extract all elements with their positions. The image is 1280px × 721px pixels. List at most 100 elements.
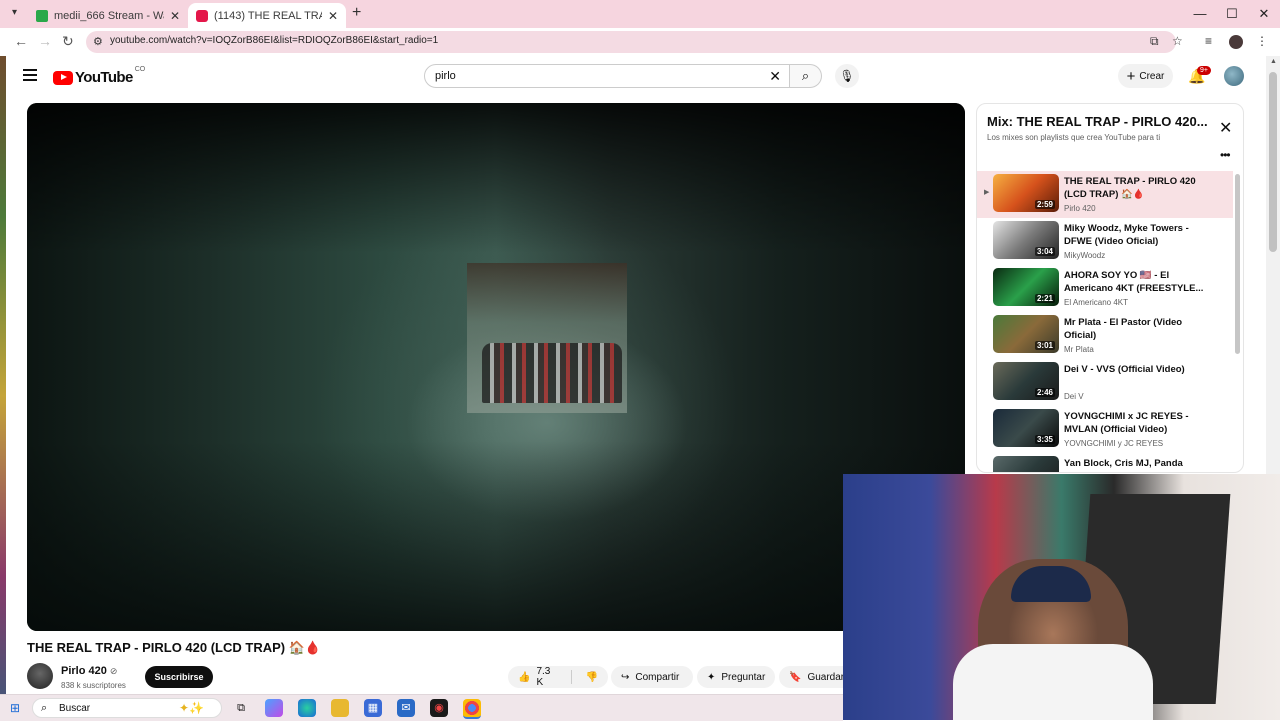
page-scrollbar[interactable]: ▲ [1266,56,1280,476]
scrollbar-thumb[interactable] [1269,72,1277,252]
logo-text: YouTube [75,69,133,86]
playlist-items: ▶ 2:59 THE REAL TRAP - PIRLO 420 (LCD TR… [977,171,1233,472]
playlist-item-channel: Pirlo 420 [1064,204,1096,213]
save-label: Guardar [807,671,845,683]
playlist-item-channel: Dei V [1064,392,1084,401]
playlist-item-title[interactable]: THE REAL TRAP - PIRLO 420 (LCD TRAP) 🏠🩸 [1064,175,1204,201]
like-icon[interactable]: 👍 [518,672,530,683]
duration: 2:46 [1034,388,1055,397]
voice-search-icon[interactable]: 🎙 [835,64,859,88]
video-thumbnail[interactable]: 3:01 [993,315,1059,353]
chrome-icon[interactable] [463,699,481,719]
back-icon[interactable]: ← [14,33,28,49]
edge-icon[interactable] [298,699,316,717]
video-thumbnail[interactable] [993,456,1059,472]
profile-avatar[interactable] [1229,35,1243,49]
playlist-item-title[interactable]: Yan Block, Cris MJ, Panda Black - 666 (V… [1064,457,1204,472]
ask-label: Preguntar [721,671,766,683]
browser-tab-youtube[interactable]: (1143) THE REAL TRAP - PIRLO ✕ [188,3,346,28]
task-view-icon[interactable]: ⧉ [232,699,250,717]
like-dislike-group: 👍 7.3 K 👎 [508,666,608,688]
playlist-item[interactable]: 2:46 Dei V - VVS (Official Video) Dei V [977,359,1233,406]
outlook-icon[interactable]: ✉ [397,699,415,717]
close-window-icon[interactable]: ✕ [1248,0,1280,28]
more-options-icon[interactable]: ••• [1220,148,1231,162]
media-controls-icon[interactable]: ≡ [1205,34,1212,48]
video-player[interactable] [27,103,965,631]
playlist-subtitle: Los mixes son playlists que crea YouTube… [987,133,1161,142]
address-bar[interactable]: ⚙ youtube.com/watch?v=IOQZorB86EI&list=R… [86,31,1183,53]
tab-search-chevron-icon[interactable]: ▾ [12,7,17,18]
like-count[interactable]: 7.3 K [536,666,556,688]
youtube-logo[interactable]: YouTube CO [53,66,145,86]
subscribe-button[interactable]: Suscribirse [145,666,213,688]
ask-button[interactable]: ✦ Preguntar [697,666,775,688]
bookmark-star-icon[interactable]: ☆ [1172,34,1183,48]
playlist-item[interactable]: ▶ 2:59 THE REAL TRAP - PIRLO 420 (LCD TR… [977,171,1233,218]
account-avatar[interactable] [1224,66,1244,86]
dislike-icon[interactable]: 👎 [586,672,598,683]
save-button[interactable]: 🔖 Guardar [779,666,845,688]
windows-start-icon[interactable]: ⊞ [10,701,20,715]
new-tab-button[interactable]: + [352,4,361,22]
search-button[interactable]: ⌕ [790,64,822,88]
tab-title: medii_666 Stream - Watch Live [54,9,164,22]
create-button[interactable]: + Crear [1118,64,1173,88]
webcam-overlay [843,474,1280,720]
playlist-item-title[interactable]: Miky Woodz, Myke Towers - DFWE (Video Of… [1064,222,1204,248]
playlist-item-title[interactable]: Mr Plata - El Pastor (Video Oficial) [1064,316,1204,342]
video-thumbnail[interactable]: 3:35 [993,409,1059,447]
create-label: Crear [1139,70,1165,82]
minimize-icon[interactable]: — [1184,0,1216,28]
tab-title: (1143) THE REAL TRAP - PIRLO [214,9,322,22]
share-button[interactable]: ↪ Compartir [611,666,693,688]
close-icon[interactable]: ✕ [1219,118,1232,138]
close-tab-icon[interactable]: ✕ [328,9,338,23]
video-thumbnail[interactable]: 2:59 [993,174,1059,212]
forward-icon[interactable]: → [38,33,52,49]
playlist-item[interactable]: 2:21 AHORA SOY YO 🇺🇸 - El Americano 4KT … [977,265,1233,312]
youtube-header: YouTube CO pirlo ✕ ⌕ 🎙 + Crear 🔔 9+ [6,56,1266,98]
scroll-up-icon[interactable]: ▲ [1270,58,1277,65]
window-controls: — ☐ ✕ [1184,0,1280,28]
youtube-play-icon [53,70,73,85]
menu-icon[interactable] [23,69,37,84]
video-thumbnail[interactable]: 3:04 [993,221,1059,259]
playlist-item-title[interactable]: YOVNGCHIMI x JC REYES - MVLAN (Official … [1064,410,1204,436]
mix-playlist-panel: Mix: THE REAL TRAP - PIRLO 420... Los mi… [976,103,1244,473]
channel-name[interactable]: Pirlo 420 ⊘ [61,665,117,677]
site-settings-icon[interactable]: ⚙ [93,35,103,48]
reload-icon[interactable]: ↻ [62,33,74,50]
plus-icon: + [1126,67,1136,85]
share-label: Compartir [635,671,680,683]
desktop-wallpaper-left [0,0,6,720]
browser-tab-kick[interactable]: medii_666 Stream - Watch Live ✕ [28,3,188,28]
browser-menu-icon[interactable]: ⋮ [1256,34,1268,48]
taskbar-search[interactable]: ⌕ Buscar ✦✨ [32,698,222,718]
obs-icon[interactable]: ◉ [430,699,448,717]
playlist-item[interactable]: 3:04 Miky Woodz, Myke Towers - DFWE (Vid… [977,218,1233,265]
search-input[interactable]: pirlo ✕ [424,64,790,88]
playlist-title[interactable]: Mix: THE REAL TRAP - PIRLO 420... [987,114,1217,129]
store-icon[interactable]: ▦ [364,699,382,717]
playlist-item[interactable]: 3:35 YOVNGCHIMI x JC REYES - MVLAN (Offi… [977,406,1233,453]
close-tab-icon[interactable]: ✕ [170,9,180,23]
duration: 3:35 [1034,435,1055,444]
copilot-icon[interactable] [265,699,283,717]
maximize-icon[interactable]: ☐ [1216,0,1248,28]
video-thumbnail[interactable]: 2:46 [993,362,1059,400]
clear-search-icon[interactable]: ✕ [769,68,781,85]
file-explorer-icon[interactable] [331,699,349,717]
search-icon: ⌕ [801,68,810,83]
channel-name-text: Pirlo 420 [61,665,107,677]
playlist-item[interactable]: Yan Block, Cris MJ, Panda Black - 666 (V… [977,453,1233,472]
playlist-item-title[interactable]: Dei V - VVS (Official Video) [1064,363,1204,376]
duration: 3:04 [1034,247,1055,256]
install-app-icon[interactable]: ⧉ [1150,34,1159,49]
playlist-item-channel: Mr Plata [1064,345,1094,354]
video-thumbnail[interactable]: 2:21 [993,268,1059,306]
playlist-item-title[interactable]: AHORA SOY YO 🇺🇸 - El Americano 4KT (FREE… [1064,269,1204,295]
playlist-item[interactable]: 3:01 Mr Plata - El Pastor (Video Oficial… [977,312,1233,359]
channel-avatar[interactable] [27,663,53,689]
playlist-scrollbar[interactable] [1235,174,1240,354]
